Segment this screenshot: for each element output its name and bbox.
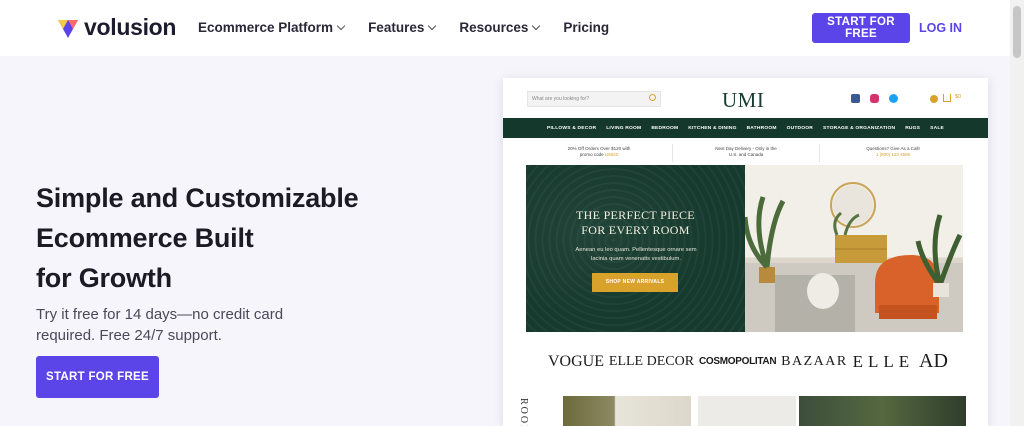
promo-highlight: 1 (800) 123 4566 bbox=[875, 151, 911, 157]
store-mockup: What are you looking for? UMI $0 PILLOWS… bbox=[503, 78, 988, 426]
instagram-icon bbox=[870, 94, 879, 103]
mockup-promo: Next Day Delivery - Only in the U.S. and… bbox=[673, 144, 820, 162]
volusion-logo[interactable]: volusion bbox=[58, 14, 176, 41]
menu-ecommerce-platform[interactable]: Ecommerce Platform bbox=[198, 20, 346, 35]
press-logo: BAZAAR bbox=[781, 353, 848, 369]
promo-line: U.S. and Canada bbox=[728, 151, 764, 157]
mockup-promo-strip: 20% Off Orders Over $120 with promo code… bbox=[526, 144, 966, 162]
hero-title-line: for Growth bbox=[36, 263, 172, 293]
hero-title-line: Ecommerce Built bbox=[36, 223, 254, 253]
mockup-category: STORAGE & ORGANIZATION bbox=[823, 125, 896, 131]
mockup-product-tile bbox=[799, 396, 966, 426]
mockup-hero-text-line: lacinia quam venenatis vestibulum. bbox=[591, 255, 681, 262]
mockup-product-tile bbox=[563, 396, 691, 426]
hero-title: Simple and Customizable Ecommerce Built … bbox=[36, 178, 359, 298]
menu-label: Pricing bbox=[563, 20, 610, 35]
user-icon bbox=[930, 95, 938, 103]
cart-icon bbox=[943, 94, 951, 102]
press-logo: ELLE bbox=[852, 351, 915, 371]
menu-features[interactable]: Features bbox=[368, 20, 437, 35]
hero-start-free-button[interactable]: START FOR FREE bbox=[36, 356, 159, 398]
mockup-social-icons bbox=[851, 94, 908, 103]
login-link[interactable]: LOG IN bbox=[919, 21, 962, 35]
hero-title-line: Simple and Customizable bbox=[36, 183, 359, 213]
mockup-search-field: What are you looking for? bbox=[527, 91, 661, 107]
menu-label: Ecommerce Platform bbox=[198, 20, 334, 35]
mockup-cart-count: $0 bbox=[955, 94, 962, 100]
mockup-press-logos: VOGUE ELLE DECOR COSMOPOLITAN BAZAAR ELL… bbox=[548, 350, 948, 373]
mockup-category-bar: PILLOWS & DECOR LIVING ROOM BEDROOM KITC… bbox=[503, 118, 988, 138]
promo-line: promo code UMI20 bbox=[526, 152, 672, 158]
menu-label: Features bbox=[368, 20, 425, 35]
mockup-search-placeholder: What are you looking for? bbox=[532, 96, 589, 102]
nav-start-free-button[interactable]: START FOR FREE bbox=[812, 13, 910, 43]
mockup-category: OUTDOOR bbox=[786, 125, 814, 131]
mockup-promo: Questions? Give As a Call! 1 (800) 123 4… bbox=[820, 144, 966, 162]
hero-subtitle-line: required. Free 24/7 support. bbox=[36, 327, 222, 344]
mockup-category: SALE bbox=[930, 125, 944, 131]
mockup-category: PILLOWS & DECOR bbox=[547, 125, 597, 131]
main-menu: Ecommerce Platform Features Resources Pr… bbox=[198, 20, 633, 35]
chevron-down-icon bbox=[532, 21, 541, 30]
press-logo: AD bbox=[919, 350, 948, 372]
mockup-category: BATHROOM bbox=[746, 125, 777, 131]
chevron-down-icon bbox=[428, 21, 437, 30]
mockup-promo: 20% Off Orders Over $120 with promo code… bbox=[526, 144, 673, 162]
promo-highlight: UMI20 bbox=[604, 151, 619, 157]
menu-label: Resources bbox=[459, 20, 529, 35]
mockup-hero-title-line: THE PERFECT PIECE bbox=[576, 208, 695, 222]
menu-resources[interactable]: Resources bbox=[459, 20, 541, 35]
mockup-product-tile bbox=[698, 396, 796, 426]
mockup-store-logo: UMI bbox=[722, 88, 765, 112]
mockup-category: RUGS bbox=[905, 125, 921, 131]
mockup-category: KITCHEN & DINING bbox=[688, 125, 737, 131]
scrollbar-thumb[interactable] bbox=[1013, 6, 1021, 58]
promo-text: promo code bbox=[579, 151, 605, 157]
mockup-category: BEDROOM bbox=[651, 125, 679, 131]
vertical-scrollbar[interactable] bbox=[1010, 0, 1024, 426]
facebook-icon bbox=[851, 94, 860, 103]
mockup-category: LIVING ROOM bbox=[606, 125, 642, 131]
press-logo: VOGUE bbox=[548, 352, 604, 370]
mockup-section-label: ROOM bbox=[518, 398, 529, 426]
mockup-hero-title-line: FOR EVERY ROOM bbox=[581, 223, 690, 237]
search-icon bbox=[649, 94, 656, 101]
chevron-down-icon bbox=[336, 21, 346, 30]
hero-subtitle-line: Try it free for 14 days—no credit card bbox=[36, 306, 284, 323]
mockup-hero-title: THE PERFECT PIECE FOR EVERY ROOM bbox=[526, 208, 745, 238]
mockup-hero-text-line: Aenean eu leo quam. Pellentesque ornare … bbox=[575, 247, 697, 253]
volusion-logo-icon bbox=[58, 19, 78, 38]
press-logo: ELLE DECOR bbox=[608, 353, 695, 369]
menu-pricing[interactable]: Pricing bbox=[563, 20, 609, 35]
twitter-icon bbox=[889, 94, 898, 103]
mockup-hero-banner: THE PERFECT PIECE FOR EVERY ROOM Aenean … bbox=[526, 165, 745, 332]
mockup-hero-text: Aenean eu leo quam. Pellentesque ornare … bbox=[556, 246, 716, 263]
top-nav: volusion Ecommerce Platform Features Res… bbox=[0, 0, 1024, 56]
room-illustration bbox=[745, 165, 963, 332]
mockup-shop-button: SHOP NEW ARRIVALS bbox=[592, 273, 678, 292]
mockup-room-photo bbox=[745, 165, 963, 332]
hero-subtitle: Try it free for 14 days—no credit card r… bbox=[36, 304, 336, 346]
press-logo: COSMOPOLITAN bbox=[698, 356, 777, 367]
logo-text: volusion bbox=[84, 14, 177, 40]
